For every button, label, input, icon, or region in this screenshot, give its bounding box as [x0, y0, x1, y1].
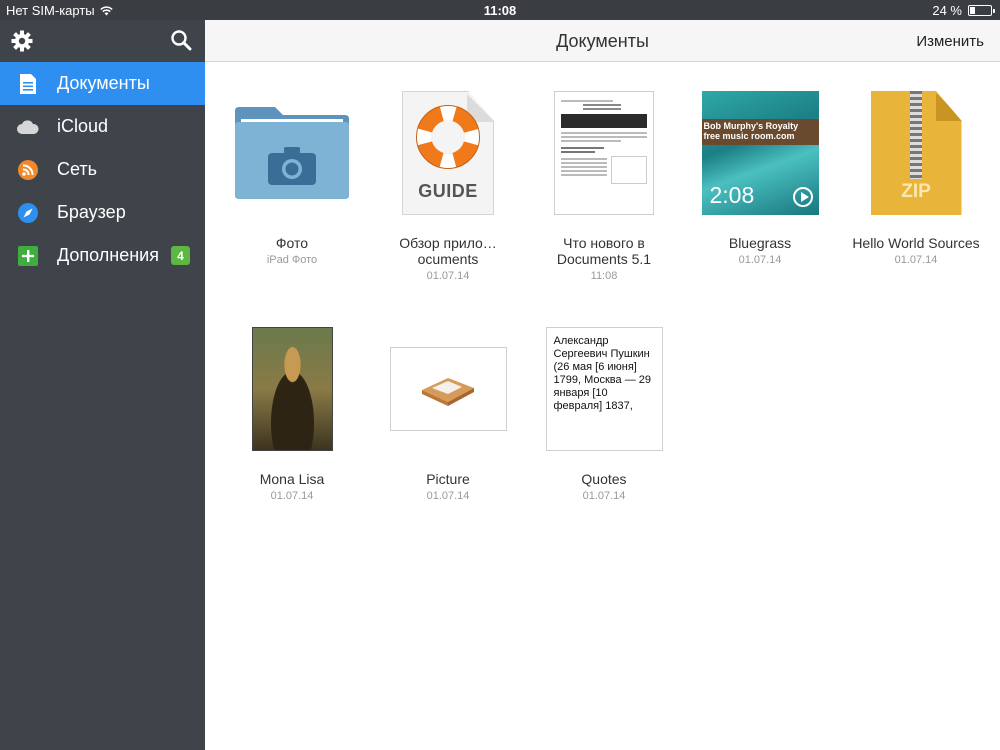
battery-icon [968, 5, 995, 16]
video-duration: 2:08 [709, 182, 755, 208]
file-name: Quotes [581, 471, 627, 487]
status-bar: Нет SIM-карты 11:08 24 % [0, 0, 1000, 20]
zip-label: ZIP [901, 181, 931, 202]
guide-label: GUIDE [418, 181, 478, 201]
sidebar-toolbar [0, 20, 205, 62]
sidebar-item-label: Браузер [57, 202, 126, 222]
file-subtitle: 01.07.14 [426, 490, 470, 502]
image-thumbnail [389, 347, 507, 431]
guide-document-icon: GUIDE [402, 91, 494, 215]
sidebar-item-network[interactable]: Сеть [0, 148, 205, 191]
sidebar-item-documents[interactable]: Документы [0, 62, 205, 105]
file-name: Фото [275, 235, 309, 251]
battery-percent: 24 % [932, 3, 962, 18]
play-icon[interactable] [792, 187, 813, 207]
file-subtitle: 01.07.14 [582, 490, 626, 502]
battery-indicator: 24 % [932, 3, 995, 18]
edit-button[interactable]: Изменить [916, 33, 984, 50]
file-thumbnail [214, 308, 370, 470]
clock: 11:08 [483, 3, 517, 18]
sidebar: Документы iCloud Сеть Браузер Дополнения… [0, 20, 205, 750]
sidebar-item-label: Сеть [57, 159, 98, 179]
file-thumbnail [526, 72, 682, 234]
file-grid: Фото iPad Фото GUIDE Обзор прило…ocument… [205, 62, 1000, 750]
plus-icon [17, 245, 39, 267]
video-thumbnail: Bob Murphy's Royalty free music room.com… [701, 91, 819, 215]
file-name: Mona Lisa [259, 471, 325, 487]
file-subtitle: 11:08 [590, 270, 618, 282]
document-icon [17, 73, 39, 95]
file-name: Hello World Sources [852, 235, 980, 251]
file-name: Picture [426, 471, 470, 487]
addons-count-badge: 4 [171, 246, 190, 265]
search-icon[interactable] [170, 29, 192, 51]
sidebar-item-addons[interactable]: Дополнения 4 [0, 234, 205, 277]
file-subtitle: iPad Фото [266, 254, 318, 266]
image-thumbnail [251, 327, 333, 451]
file-name: Что нового в Documents 5.1 [556, 235, 652, 267]
zip-archive-icon: ZIP [870, 91, 962, 215]
file-thumbnail: GUIDE [370, 72, 526, 234]
file-item-whats-new[interactable]: Что нового в Documents 5.1 11:08 [526, 72, 682, 282]
compass-icon [17, 202, 39, 224]
file-item-mona-lisa[interactable]: Mona Lisa 01.07.14 [214, 308, 370, 502]
sidebar-item-browser[interactable]: Браузер [0, 191, 205, 234]
navigation-bar: Документы Изменить [205, 20, 1000, 62]
file-thumbnail: ZIP [838, 72, 994, 234]
cloud-icon [17, 116, 39, 138]
file-item-quotes[interactable]: Александр Сергеевич Пушкин (26 мая [6 ию… [526, 308, 682, 502]
file-item-bluegrass[interactable]: Bob Murphy's Royalty free music room.com… [682, 72, 838, 266]
sidebar-item-icloud[interactable]: iCloud [0, 105, 205, 148]
file-subtitle: 01.07.14 [894, 254, 938, 266]
sidebar-item-label: Дополнения [57, 245, 159, 265]
file-subtitle: 01.07.14 [270, 490, 314, 502]
file-thumbnail [370, 308, 526, 470]
page-title: Документы [556, 31, 649, 51]
file-item-picture[interactable]: Picture 01.07.14 [370, 308, 526, 502]
document-preview [554, 91, 654, 215]
text-preview: Александр Сергеевич Пушкин (26 мая [6 ию… [545, 327, 663, 451]
lifebuoy-icon [416, 105, 480, 169]
file-name: Bluegrass [728, 235, 792, 251]
file-thumbnail: Bob Murphy's Royalty free music room.com… [682, 72, 838, 234]
file-thumbnail [214, 72, 370, 234]
file-subtitle: 01.07.14 [738, 254, 782, 266]
gear-icon[interactable] [10, 29, 34, 53]
file-item-photos[interactable]: Фото iPad Фото [214, 72, 370, 266]
photo-folder-icon [235, 107, 349, 199]
sidebar-item-label: Документы [57, 73, 150, 93]
network-icon [17, 159, 39, 181]
tray-icon [422, 378, 474, 406]
file-thumbnail: Александр Сергеевич Пушкин (26 мая [6 ию… [526, 308, 682, 470]
file-subtitle: 01.07.14 [426, 270, 470, 282]
file-item-guide[interactable]: GUIDE Обзор прило…ocuments 01.07.14 [370, 72, 526, 282]
sidebar-item-label: iCloud [57, 116, 109, 136]
file-name: Обзор прило…ocuments [399, 235, 497, 267]
file-item-hello-world[interactable]: ZIP Hello World Sources 01.07.14 [838, 72, 994, 266]
video-banner-text: Bob Murphy's Royalty free music room.com [703, 121, 799, 141]
